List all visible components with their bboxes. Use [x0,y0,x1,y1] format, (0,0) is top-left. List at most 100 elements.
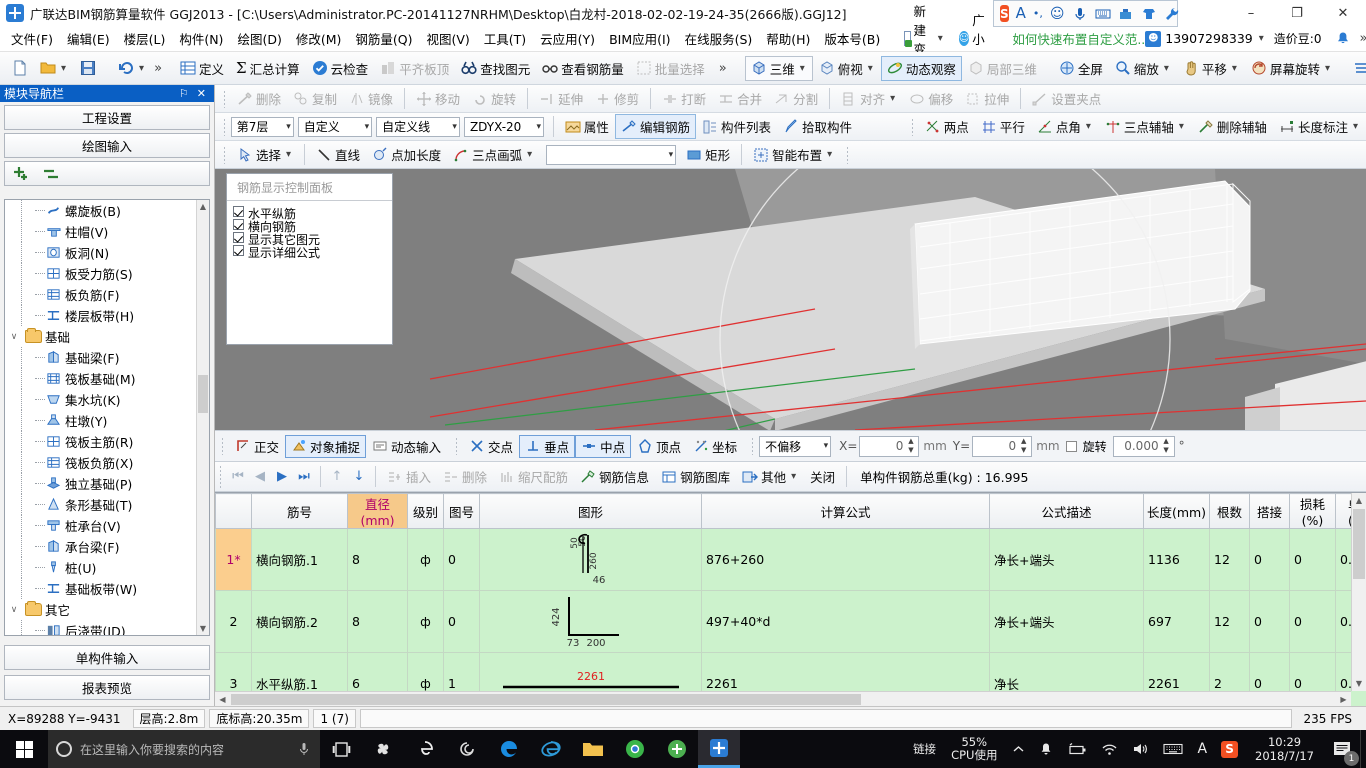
table-header-直径mm[interactable]: 直径(mm) [347,493,408,529]
menu-item-bimapp[interactable]: BIM应用(I) [602,26,678,51]
checkbox-row-transverse-rebar[interactable]: 横向钢筋 [233,218,386,234]
sidebar-close-icon[interactable]: ✕ [193,87,210,100]
rebar-info-button[interactable]: 钢筋信息 [574,464,655,489]
tree-scroll-up-icon[interactable]: ▲ [197,200,209,213]
ime-language-icon[interactable]: A [1016,6,1026,21]
sidebar-button-report-preview[interactable]: 报表预览 [4,675,210,700]
tree-item-基础梁f[interactable]: 基础梁(F) [5,347,196,368]
rotate-button[interactable]: 旋转 [466,86,522,111]
taskbar-app-green-icon[interactable] [656,730,698,768]
rebar-grade[interactable]: ф [407,528,444,591]
view-rebar-qty-button[interactable]: 查看钢筋量 [536,56,630,81]
tray-expand-icon[interactable] [1005,743,1032,756]
pan-button[interactable]: 平移 ▾ [1177,56,1245,81]
checkbox-transverse-rebar[interactable] [233,219,244,230]
rebar-formula[interactable]: 497+40*d [701,590,990,653]
account-chevron-icon[interactable]: ▾ [1257,33,1266,44]
tree-item-楼层板带h[interactable]: 楼层板带(H) [5,305,196,326]
table-header-图号[interactable]: 图号 [443,493,480,529]
screen-rotate-button[interactable]: 屏幕旋转 ▾ [1245,56,1338,81]
member-combo-chevron-icon[interactable]: ▾ [530,122,541,132]
tray-ime-letter[interactable]: A [1190,741,1214,757]
account-area[interactable]: ☻ 13907298339 ▾ [1145,30,1266,47]
line-tool-button[interactable]: 直线 [310,142,366,167]
minimize-button[interactable]: – [1228,0,1274,26]
snapbar-grip2[interactable] [455,437,460,455]
member-combo[interactable]: ZDYX-20 ▾ [463,116,544,137]
cloud-check-button[interactable]: 云检查 [306,56,375,81]
snapbar-grip[interactable] [221,437,225,455]
tree-item-独立基础p[interactable]: 独立基础(P) [5,473,196,494]
undo-button[interactable]: ▾ [112,56,152,81]
length-dimension-chevron-icon[interactable]: ▾ [1351,121,1360,132]
rebar-shape[interactable]: 505026046 [479,528,702,591]
open-file-chevron-icon[interactable]: ▾ [59,63,68,74]
table-header-公式描述[interactable]: 公式描述 [989,493,1144,529]
mirror-button[interactable]: 镜像 [343,86,399,111]
tree-scroll-thumb[interactable] [198,375,208,413]
top-view-button[interactable]: 俯视 ▾ [813,56,881,81]
notification-bell-icon[interactable] [1329,31,1357,47]
table-row[interactable]: 2横向钢筋.28ф042473200497+40*d净长+端头69712000.… [215,590,1366,653]
tree-item-基础板带w[interactable]: 基础板带(W) [5,578,196,599]
save-file-button[interactable] [74,56,102,81]
partial-3d-button[interactable]: 局部三维 [962,56,1043,81]
vertex-snap-button[interactable]: 顶点 [631,435,687,458]
type-combo[interactable]: 自定义线 ▾ [376,116,460,137]
row-index[interactable]: 2 [215,590,252,653]
remove-icon[interactable] [43,166,59,182]
table-scroll-up-icon[interactable]: ▲ [1352,493,1366,508]
merge-button[interactable]: 合并 [712,86,768,111]
trim-button[interactable]: 修剪 [589,86,645,111]
table-horizontal-scrollbar[interactable]: ◀ ▶ [215,691,1351,706]
rebar-table-container[interactable]: 筋号直径(mm)级别图号图形计算公式公式描述长度(mm)根数搭接损耗(%)单重(… [215,492,1366,706]
undo-chevron-icon[interactable]: ▾ [137,63,146,74]
tree-item-桩u[interactable]: 桩(U) [5,557,196,578]
screen-rotate-chevron-icon[interactable]: ▾ [1323,63,1332,74]
tree-item-筏板基础m[interactable]: 筏板基础(M) [5,368,196,389]
rebar-shape[interactable]: 424 73 200 [479,590,702,653]
checkbox-show-other-elements[interactable] [233,232,244,243]
nav-first-button[interactable]: ⏮ [227,469,249,484]
three-point-aux-chevron-icon[interactable]: ▾ [1177,121,1186,132]
sidebar-button-single-member-input[interactable]: 单构件输入 [4,645,210,670]
close-button[interactable]: ✕ [1320,0,1366,26]
three-d-button[interactable]: 三维 ▾ [744,55,813,81]
intersection-snap-button[interactable]: 交点 [463,435,519,458]
task-view-icon[interactable] [320,730,362,768]
pick-member-button[interactable]: 拾取构件 [777,114,858,139]
menu-item-member[interactable]: 构件(N) [172,26,230,51]
align-slab-top-button[interactable]: 平齐板顶 [374,56,455,81]
table-header-长度mm[interactable]: 长度(mm) [1143,493,1210,529]
tree-item-其它[interactable]: ∨ 其它 [5,599,196,620]
tree-item-板受力筋s[interactable]: 板受力筋(S) [5,263,196,284]
taskbar-ie-outline-icon[interactable] [404,730,446,768]
action-center-button[interactable]: 1 [1324,730,1360,768]
rotate-spinner[interactable]: ▲ ▼ [1161,437,1172,455]
rebar-library-button[interactable]: 钢筋图库 [655,464,736,489]
tray-wifi-icon[interactable] [1094,742,1125,756]
table-scroll-left-icon[interactable]: ◀ [215,691,230,706]
toolbar4-grip2[interactable] [846,145,851,164]
x-spinner[interactable]: ▲ ▼ [905,437,916,455]
split-button[interactable]: 分割 [768,86,824,111]
offset-mode-chevron-icon[interactable]: ▾ [818,441,829,451]
rebar-description[interactable]: 净长+端头 [989,590,1144,653]
mic-icon[interactable] [296,741,312,757]
draw-style-combo-chevron-icon[interactable]: ▾ [663,150,674,160]
select-tool-chevron-icon[interactable]: ▾ [284,149,293,160]
draw-style-combo[interactable]: ▾ [546,144,677,165]
offset-button[interactable]: 偏移 [903,86,959,111]
ime-skin-icon[interactable] [1141,6,1157,22]
chevron-down-icon[interactable]: ∨ [7,332,21,342]
toolbar-overflow-mid-icon[interactable]: » [717,61,729,76]
toolbar-overflow-left-icon[interactable]: » [152,61,164,76]
rebar-grade[interactable]: ф [407,590,444,653]
floor-combo[interactable]: 第7层 ▾ [230,116,294,137]
object-snap-button[interactable]: 对象捕捉 [285,434,367,458]
rebar-diameter[interactable]: 8 [347,528,408,591]
rebar-diameter[interactable]: 8 [347,590,408,653]
rebar-name[interactable]: 横向钢筋.1 [251,528,348,591]
show-desktop-button[interactable] [1360,730,1366,768]
tray-bell-icon[interactable] [1032,742,1060,757]
